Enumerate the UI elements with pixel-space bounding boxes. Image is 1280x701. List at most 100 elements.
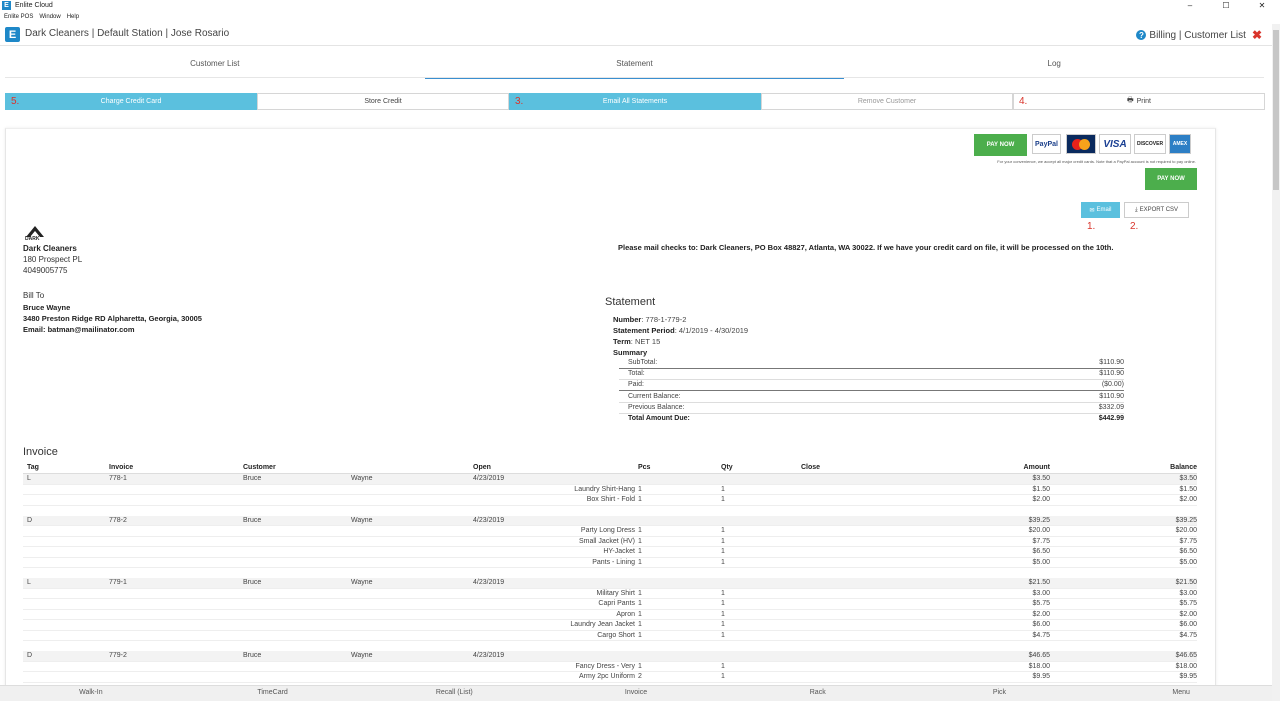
invoice-item-row[interactable]: HY-Jacket 1 1 $6.50 $6.50 xyxy=(23,547,1197,558)
invoice-cell-amount: $3.50 xyxy=(1032,475,1050,482)
tab-log[interactable]: Log xyxy=(844,56,1264,77)
statement-period: Statement Period: 4/1/2019 - 4/30/2019 xyxy=(613,326,749,335)
scrollbar-thumb[interactable] xyxy=(1273,30,1279,190)
invoice-spacer xyxy=(23,568,1197,578)
item-cell-name: HY-Jacket xyxy=(603,548,635,555)
discover-icon: DISCOVER xyxy=(1134,134,1166,154)
company-name: Dark Cleaners xyxy=(23,244,77,253)
nav-walk-in[interactable]: Walk-In xyxy=(0,686,182,701)
amex-icon: AMEX xyxy=(1169,134,1191,154)
invoice-item-row[interactable]: Military Shirt 1 1 $3.00 $3.00 xyxy=(23,589,1197,599)
nav-menu[interactable]: Menu xyxy=(1090,686,1272,701)
invoice-item-row[interactable]: Apron 1 1 $2.00 $2.00 xyxy=(23,610,1197,620)
item-cell-pcs: 1 xyxy=(638,537,642,545)
nav-rack[interactable]: Rack xyxy=(727,686,909,701)
item-cell-qty: 1 xyxy=(721,496,725,503)
item-cell-amount: $9.95 xyxy=(1032,673,1050,680)
minimize-button[interactable]: – xyxy=(1172,0,1208,11)
item-cell-name: Fancy Dress - Very xyxy=(575,662,635,670)
nav-recall-list[interactable]: Recall (List) xyxy=(363,686,545,701)
invoice-heading: Invoice xyxy=(23,446,58,458)
scrollbar[interactable] xyxy=(1272,24,1280,701)
menu-help[interactable]: Help xyxy=(67,14,79,20)
print-button[interactable]: 4. 🖶 Print xyxy=(1013,93,1265,110)
help-icon[interactable]: ? xyxy=(1136,30,1147,40)
tab-customer-list[interactable]: Customer List xyxy=(5,56,425,77)
statement-heading: Statement xyxy=(605,296,656,308)
mail-checks-note: Please mail checks to: Dark Cleaners, PO… xyxy=(618,243,1114,252)
email-all-statements-button[interactable]: 3. Email All Statements xyxy=(509,93,761,110)
item-cell-pcs: 1 xyxy=(638,600,642,607)
item-cell-name: Box Shirt - Fold xyxy=(586,496,635,503)
action-bar: 5. Charge Credit Card Store Credit 3. Em… xyxy=(5,93,1265,110)
annotation-5: 5. xyxy=(11,96,20,107)
invoice-cell-balance: $39.25 xyxy=(1175,516,1197,524)
store-credit-button[interactable]: Store Credit xyxy=(257,93,509,110)
export-csv-label: EXPORT CSV xyxy=(1139,207,1179,213)
statement-card: PAY NOW PayPal VISA DISCOVER AMEX For yo… xyxy=(5,128,1216,688)
nav-invoice[interactable]: Invoice xyxy=(545,686,727,701)
close-window-button[interactable]: ✕ xyxy=(1244,0,1280,11)
item-cell-pcs: 1 xyxy=(638,485,642,493)
email-button[interactable]: ✉ Email xyxy=(1081,202,1120,218)
envelope-icon: ✉ xyxy=(1089,207,1095,214)
pay-now-button-secondary[interactable]: PAY NOW xyxy=(1145,168,1197,190)
remove-customer-button[interactable]: Remove Customer xyxy=(761,93,1013,110)
item-cell-pcs: 2 xyxy=(638,673,642,680)
invoice-row[interactable]: L 779-1 Bruce Wayne 4/23/2019 $21.50 $21.50 xyxy=(23,578,1197,589)
item-cell-balance: $6.50 xyxy=(1179,548,1197,555)
invoice-cell-invoice: 779-1 xyxy=(109,579,127,586)
invoice-item-row[interactable]: Box Shirt - Fold 1 1 $2.00 $2.00 xyxy=(23,495,1197,506)
invoice-item-row[interactable]: Laundry Jean Jacket 1 1 $6.00 $6.00 xyxy=(23,620,1197,631)
menu-bar: Enlite POS Window Help xyxy=(0,11,1280,22)
invoice-item-row[interactable]: Fancy Dress - Very 1 1 $18.00 $18.00 xyxy=(23,662,1197,672)
company-address: 180 Prospect PL xyxy=(23,255,83,264)
item-cell-qty: 1 xyxy=(721,485,725,493)
invoice-item-row[interactable]: Capri Pants 1 1 $5.75 $5.75 xyxy=(23,599,1197,610)
statement-number: Number: 778-1-779-2 xyxy=(613,315,687,324)
paypal-icon: PayPal xyxy=(1032,134,1061,154)
breadcrumb[interactable]: Billing | Customer List xyxy=(1149,30,1246,41)
export-csv-button[interactable]: ⤓ EXPORT CSV xyxy=(1124,202,1189,218)
visa-icon: VISA xyxy=(1099,134,1131,154)
invoice-row[interactable]: D 779-2 Bruce Wayne 4/23/2019 $46.65 $46.65 xyxy=(23,651,1197,662)
invoice-cell-invoice: 779-2 xyxy=(109,652,127,659)
nav-pick[interactable]: Pick xyxy=(909,686,1091,701)
invoice-item-row[interactable]: Army 2pc Uniform 2 1 $9.95 $9.95 xyxy=(23,672,1197,683)
invoice-cell-tag: D xyxy=(27,652,33,659)
invoice-item-row[interactable]: Cargo Short 1 1 $4.75 $4.75 xyxy=(23,631,1197,641)
enlite-logo-icon[interactable]: E xyxy=(5,27,20,42)
pay-now-button[interactable]: PAY NOW xyxy=(974,134,1027,156)
invoice-spacer xyxy=(23,641,1197,651)
invoice-item-row[interactable]: Small Jacket (HV) 1 1 $7.75 $7.75 xyxy=(23,537,1197,547)
statement-term: Term: NET 15 xyxy=(613,337,661,346)
item-cell-balance: $9.95 xyxy=(1179,673,1197,680)
charge-credit-card-label: Charge Credit Card xyxy=(100,98,162,105)
maximize-button[interactable]: ☐ xyxy=(1208,0,1244,11)
invoice-row[interactable]: D 778-2 Bruce Wayne 4/23/2019 $39.25 $39.25 xyxy=(23,515,1197,526)
summary-total: Total: $110.90 xyxy=(619,369,1124,380)
item-cell-name: Laundry Shirt-Hang xyxy=(574,485,635,493)
item-cell-balance: $18.00 xyxy=(1175,662,1197,670)
item-cell-qty: 1 xyxy=(721,589,725,597)
email-label: Email xyxy=(1096,207,1112,213)
app-header: E Dark Cleaners | Default Station | Jose… xyxy=(0,24,1272,46)
item-cell-amount: $18.00 xyxy=(1028,662,1050,670)
invoice-item-row[interactable]: Pants - Lining 1 1 $5.00 $5.00 xyxy=(23,558,1197,568)
menu-window[interactable]: Window xyxy=(39,14,60,20)
charge-credit-card-button[interactable]: 5. Charge Credit Card xyxy=(5,93,257,110)
item-cell-balance: $2.00 xyxy=(1179,496,1197,503)
item-cell-balance: $5.00 xyxy=(1179,558,1197,566)
invoice-item-row[interactable]: Party Long Dress 1 1 $20.00 $20.00 xyxy=(23,526,1197,537)
menu-enlite-pos[interactable]: Enlite POS xyxy=(4,14,33,20)
invoice-item-row[interactable]: Laundry Shirt-Hang 1 1 $1.50 $1.50 xyxy=(23,485,1197,495)
close-icon[interactable]: ✖ xyxy=(1252,28,1262,42)
nav-timecard[interactable]: TimeCard xyxy=(182,686,364,701)
item-cell-pcs: 1 xyxy=(638,496,642,503)
tab-statement[interactable]: Statement xyxy=(424,56,845,79)
invoice-row[interactable]: L 778-1 Bruce Wayne 4/23/2019 $3.50 $3.50 xyxy=(23,474,1197,485)
company-logo-text: DARK xyxy=(25,236,40,242)
invoice-cell-first: Bruce xyxy=(243,516,262,524)
item-cell-balance: $1.50 xyxy=(1179,485,1197,493)
invoice-cell-amount: $46.65 xyxy=(1028,652,1050,659)
